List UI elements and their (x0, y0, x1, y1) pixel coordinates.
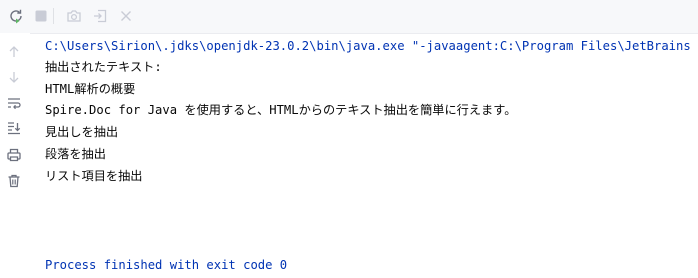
down-arrow-icon (9, 72, 19, 83)
restore-layout-button[interactable] (91, 7, 109, 25)
soft-wrap-button[interactable] (5, 94, 23, 112)
rerun-button[interactable] (7, 7, 25, 25)
output-line: Spire.Doc for Java を使用すると、HTMLからのテキスト抽出を… (45, 103, 517, 117)
output-line: 段落を抽出 (45, 147, 106, 161)
output-line: 抽出されたテキスト: (45, 60, 162, 74)
print-icon (7, 148, 21, 162)
up-arrow-icon (9, 46, 19, 57)
previous-occurrence-button[interactable] (5, 43, 23, 61)
restore-layout-icon (94, 9, 107, 23)
rerun-icon (10, 9, 22, 24)
output-line: HTML解析の概要 (45, 82, 136, 96)
stop-icon (35, 10, 47, 22)
close-icon (121, 11, 131, 21)
camera-icon (67, 10, 81, 22)
trash-icon (8, 174, 20, 188)
scroll-to-end-button[interactable] (5, 119, 23, 137)
command-line: C:\Users\Sirion\.jdks\openjdk-23.0.2\bin… (45, 39, 691, 53)
toolbar-separator (53, 8, 54, 24)
output-line: 見出しを抽出 (45, 125, 119, 139)
exit-message: Process finished with exit code 0 (45, 258, 288, 272)
output-line: リスト項目を抽出 (45, 169, 143, 183)
console-side-toolbar (0, 33, 30, 278)
screenshot-button[interactable] (65, 7, 83, 25)
close-button[interactable] (117, 7, 135, 25)
soft-wrap-icon (8, 98, 21, 110)
stop-button[interactable] (32, 7, 50, 25)
print-button[interactable] (5, 146, 23, 164)
console-output[interactable]: C:\Users\Sirion\.jdks\openjdk-23.0.2\bin… (45, 36, 698, 278)
console-toolbar (0, 0, 698, 34)
next-occurrence-button[interactable] (5, 68, 23, 86)
clear-all-button[interactable] (5, 172, 23, 190)
scroll-to-end-icon (8, 122, 21, 135)
